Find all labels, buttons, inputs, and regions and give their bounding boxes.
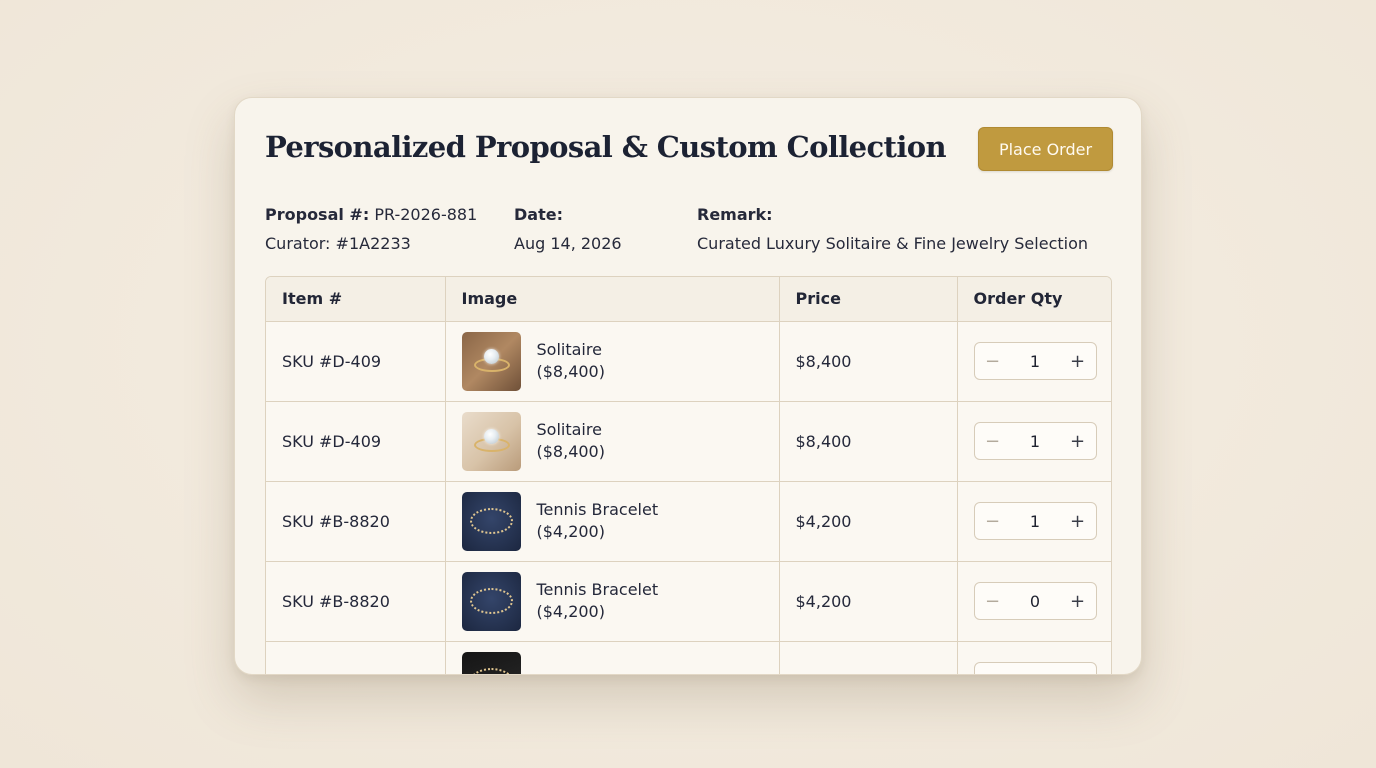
price-cell: $8,400 (779, 401, 958, 482)
item-name: Tennis Bracelet ($4,200) (537, 579, 659, 623)
place-order-button[interactable]: Place Order (978, 127, 1113, 171)
date-label: Date: (514, 205, 563, 224)
price-cell: $4,200 (779, 561, 958, 642)
image-cell: Tennis Bracelet (445, 641, 780, 674)
column-header-image: Image (445, 277, 780, 322)
item-title-price: ($4,200) (536, 602, 605, 621)
tennis-bracelet-image[interactable] (461, 651, 521, 674)
remark-meta: Remark: Curated Luxury Solitaire & Fine … (697, 200, 1088, 258)
image-cell: Tennis Bracelet ($4,200) (445, 481, 780, 562)
item-name: Solitaire ($8,400) (537, 339, 605, 383)
curator-value: #1A2233 (335, 234, 411, 253)
item-title: Solitaire (536, 420, 602, 439)
curator-label: Curator: (265, 234, 331, 253)
decrement-icon[interactable]: − (985, 351, 1001, 372)
remark-label: Remark: (697, 205, 773, 224)
table-row: SKU #B-8820 Tennis Bracelet $10,000 − 1 … (266, 641, 1111, 675)
decrement-icon[interactable]: − (985, 431, 1001, 452)
image-cell-content: Solitaire ($8,400) (461, 411, 779, 471)
qty-cell: − 0 + (957, 561, 1111, 642)
table-row: SKU #D-409 Solitaire ($8,400) $8,400 − 1… (266, 401, 1111, 482)
image-cell: Tennis Bracelet ($4,200) (445, 561, 780, 642)
item-title: Solitaire (536, 340, 602, 359)
image-cell-content: Tennis Bracelet ($4,200) (461, 491, 779, 551)
table-row: SKU #B-8820 Tennis Bracelet ($4,200) $4,… (266, 561, 1111, 642)
tennis-bracelet-image[interactable] (461, 491, 521, 551)
table-header-row: Item # Image Price Order Qty (266, 277, 1111, 322)
qty-cell: − 1 + (957, 481, 1111, 562)
qty-cell: − 1 + (957, 401, 1111, 482)
table-row: SKU #D-409 Solitaire ($8,400) $8,400 − 1… (266, 321, 1111, 402)
item-title-price: ($8,400) (536, 362, 605, 381)
quantity-value[interactable]: 0 (1030, 592, 1040, 611)
increment-icon[interactable]: + (1070, 591, 1086, 612)
price-cell: $8,400 (779, 321, 958, 402)
qty-cell: − 1 + (957, 321, 1111, 402)
quantity-value[interactable]: 1 (1030, 432, 1040, 451)
item-title-price: ($8,400) (536, 442, 605, 461)
items-table-container[interactable]: Item # Image Price Order Qty SKU #D-409 … (265, 276, 1112, 675)
sku-cell: SKU #B-8820 (266, 641, 446, 674)
quantity-stepper[interactable]: − 0 + (973, 582, 1097, 620)
increment-icon[interactable]: + (1070, 511, 1086, 532)
sku-cell: SKU #B-8820 (266, 481, 446, 562)
item-title: Tennis Bracelet (536, 500, 659, 519)
item-title: Tennis Bracelet (537, 670, 659, 674)
item-name: Tennis Bracelet ($4,200) (537, 499, 659, 543)
image-cell-content: Solitaire ($8,400) (461, 331, 779, 391)
quantity-stepper[interactable]: − 1 + (973, 342, 1097, 380)
decrement-icon[interactable]: − (985, 671, 1001, 675)
quantity-stepper[interactable]: − 1 + (973, 422, 1097, 460)
image-cell: Solitaire ($8,400) (445, 401, 780, 482)
image-cell-content: Tennis Bracelet ($4,200) (461, 571, 779, 631)
sku-cell: SKU #D-409 (266, 321, 446, 402)
items-table: Item # Image Price Order Qty SKU #D-409 … (266, 277, 1111, 675)
quantity-value[interactable]: 1 (1030, 672, 1040, 675)
proposal-label: Proposal #: (265, 205, 370, 224)
solitaire-ring-image[interactable] (461, 411, 521, 471)
sku-cell: SKU #B-8820 (266, 561, 446, 642)
quantity-stepper[interactable]: − 1 + (973, 502, 1097, 540)
image-cell: Solitaire ($8,400) (445, 321, 780, 402)
proposal-meta: Proposal #: PR-2026-881 Curator: #1A2233 (265, 200, 477, 258)
sku-cell: SKU #D-409 (266, 401, 446, 482)
price-cell: $4,200 (779, 481, 958, 562)
column-header-price: Price (779, 277, 958, 322)
image-cell-content: Tennis Bracelet (461, 651, 779, 674)
solitaire-ring-image[interactable] (461, 331, 521, 391)
quantity-stepper[interactable]: − 1 + (973, 662, 1097, 675)
item-name: Solitaire ($8,400) (537, 419, 605, 463)
page-title: Personalized Proposal & Custom Collectio… (265, 130, 947, 164)
quantity-value[interactable]: 1 (1030, 512, 1040, 531)
table-row: SKU #B-8820 Tennis Bracelet ($4,200) $4,… (266, 481, 1111, 562)
column-header-order-qty: Order Qty (957, 277, 1111, 322)
quantity-value[interactable]: 1 (1030, 352, 1040, 371)
price-cell: $10,000 (779, 641, 958, 674)
decrement-icon[interactable]: − (985, 511, 1001, 532)
item-title-price: ($4,200) (536, 522, 605, 541)
remark-value: Curated Luxury Solitaire & Fine Jewelry … (697, 234, 1089, 253)
decrement-icon[interactable]: − (985, 591, 1001, 612)
column-header-item: Item # (266, 277, 446, 322)
increment-icon[interactable]: + (1070, 671, 1086, 675)
increment-icon[interactable]: + (1070, 351, 1086, 372)
tennis-bracelet-image[interactable] (461, 571, 521, 631)
proposal-number: PR-2026-881 (374, 205, 478, 224)
item-name: Tennis Bracelet (537, 670, 659, 674)
date-meta: Date: Aug 14, 2026 (514, 200, 622, 258)
proposal-card: Personalized Proposal & Custom Collectio… (234, 97, 1142, 675)
qty-cell: − 1 + (957, 641, 1111, 675)
date-value: Aug 14, 2026 (514, 234, 622, 253)
increment-icon[interactable]: + (1070, 431, 1086, 452)
item-title: Tennis Bracelet (536, 580, 659, 599)
